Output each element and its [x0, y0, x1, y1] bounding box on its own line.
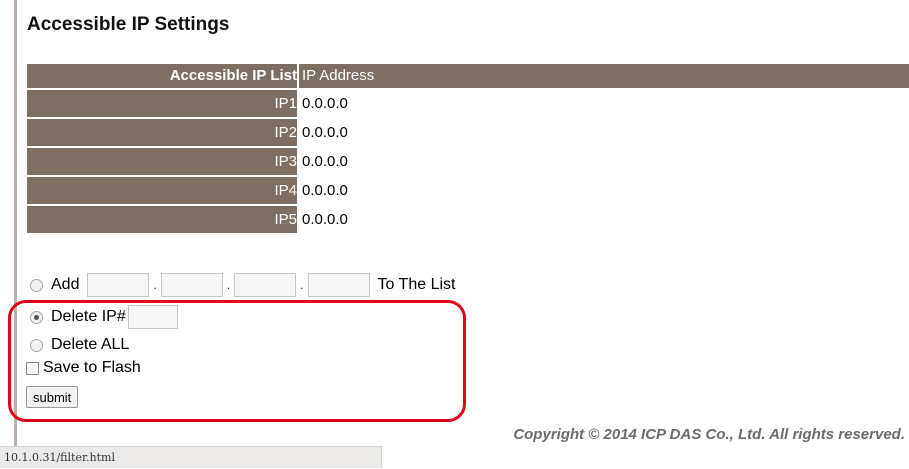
add-option-line: Add . . . To The List	[30, 273, 455, 297]
row-ip-value: 0.0.0.0	[299, 90, 909, 117]
add-octet-1-input[interactable]	[87, 273, 150, 297]
table-header: Accessible IP List IP Address	[27, 64, 909, 88]
page-title: Accessible IP Settings	[27, 14, 230, 35]
row-ip-value: 0.0.0.0	[299, 119, 909, 146]
row-label: IP3	[27, 148, 299, 175]
row-label: IP4	[27, 177, 299, 204]
copyright-text: Copyright © 2014 ICP DAS Co., Ltd. All r…	[513, 426, 905, 443]
add-octet-3-input[interactable]	[234, 273, 297, 297]
table-row: IP5 0.0.0.0	[27, 206, 909, 233]
row-ip-value: 0.0.0.0	[299, 148, 909, 175]
add-octet-4-input[interactable]	[307, 273, 370, 297]
octet-separator: .	[226, 278, 231, 292]
row-ip-value: 0.0.0.0	[299, 177, 909, 204]
accessible-ip-table: Accessible IP List IP Address IP1 0.0.0.…	[27, 64, 909, 233]
add-label: Add	[51, 276, 80, 293]
header-ip-address: IP Address	[302, 67, 375, 84]
row-label: IP2	[27, 119, 299, 146]
row-label: IP5	[27, 206, 299, 233]
table-row: IP1 0.0.0.0	[27, 90, 909, 117]
status-bar-url: 10.1.0.31/filter.html	[0, 446, 382, 468]
add-octet-2-input[interactable]	[160, 273, 223, 297]
add-suffix-label: To The List	[377, 276, 456, 293]
add-radio[interactable]	[30, 278, 43, 292]
octet-separator: .	[153, 278, 157, 292]
table-row: IP2 0.0.0.0	[27, 119, 909, 146]
row-ip-value: 0.0.0.0	[299, 206, 909, 233]
table-row: IP4 0.0.0.0	[27, 177, 909, 204]
row-label: IP1	[27, 90, 299, 117]
header-accessible-ip-list: Accessible IP List	[27, 64, 299, 88]
highlight-annotation	[8, 300, 466, 422]
octet-separator: .	[300, 278, 304, 292]
table-row: IP3 0.0.0.0	[27, 148, 909, 175]
